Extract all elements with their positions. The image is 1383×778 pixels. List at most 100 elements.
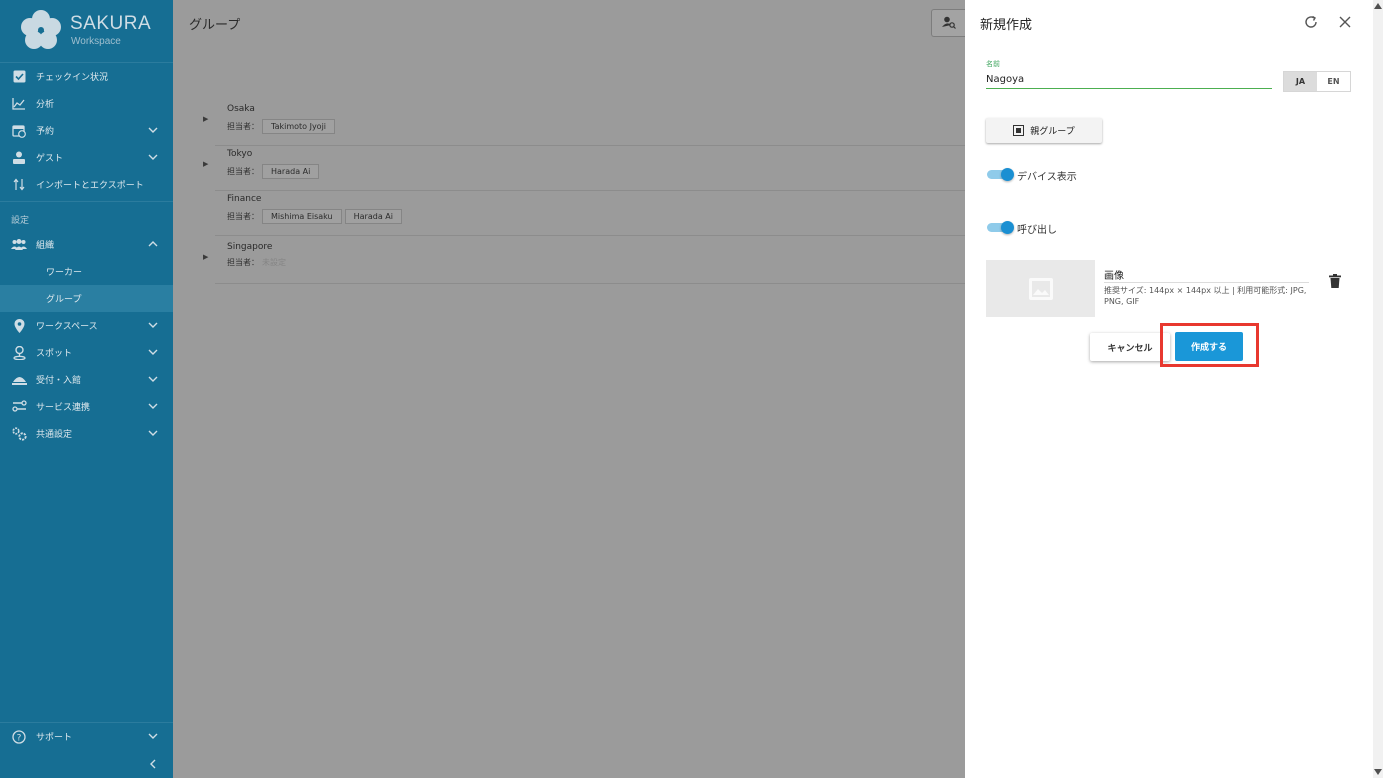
people-icon	[11, 237, 27, 253]
group-managers: 担当者： Harada Ai	[227, 164, 320, 179]
chevron-down-icon	[148, 430, 158, 436]
parent-group-button[interactable]: 親グループ	[986, 118, 1102, 143]
parent-group-label: 親グループ	[1030, 127, 1075, 137]
group-row-finance[interactable]: Finance 担当者： Mishima Eisaku Harada Ai	[215, 190, 967, 236]
toggle-knob	[1001, 168, 1014, 181]
create-button[interactable]: 作成する	[1175, 332, 1243, 361]
chevron-down-icon	[148, 127, 158, 133]
sidebar-item-label: 受付・入館	[36, 376, 82, 386]
chevron-down-icon	[148, 403, 158, 409]
group-row-singapore[interactable]: ▶ Singapore 担当者： 未設定	[203, 238, 967, 284]
sidebar-item-import-export[interactable]: インポートとエクスポート	[0, 171, 173, 198]
panel-title: 新規作成	[980, 18, 1033, 33]
reception-icon	[11, 372, 27, 388]
divider	[0, 201, 173, 202]
group-name: Osaka	[227, 104, 255, 114]
sidebar-item-label: 共通設定	[36, 430, 73, 440]
lang-en-button[interactable]: EN	[1317, 72, 1350, 91]
settings-section-label: 設定	[11, 216, 30, 226]
image-description: 推奨サイズ: 144px × 144px 以上 | 利用可能形式: JPG, P…	[1104, 286, 1307, 306]
sidebar-item-workspace[interactable]: ワークスペース	[0, 312, 173, 339]
device-display-toggle[interactable]	[987, 168, 1014, 181]
sidebar-item-reception[interactable]: 受付・入館	[0, 366, 173, 393]
sidebar-item-label: チェックイン状況	[36, 73, 109, 83]
brand-name: SAKURA	[70, 13, 152, 34]
sidebar-item-guests[interactable]: ゲスト	[0, 144, 173, 171]
group-tree-icon	[1013, 125, 1025, 136]
sidebar-item-integrations[interactable]: サービス連携	[0, 393, 173, 420]
calendar-clock-icon	[11, 123, 27, 139]
sidebar-item-checkin[interactable]: チェックイン状況	[0, 63, 173, 90]
chevron-down-icon	[148, 376, 158, 382]
name-field-label: 名前	[986, 60, 1000, 68]
sidebar-item-support[interactable]: ? サポート	[0, 723, 173, 750]
expand-arrow-icon[interactable]: ▶	[203, 253, 208, 261]
manager-chip: Takimoto Jyoji	[262, 119, 336, 134]
manager-label: 担当者：	[227, 167, 259, 176]
brand-sub: Workspace	[71, 36, 121, 47]
cogs-icon	[11, 426, 27, 442]
sidebar-item-organization[interactable]: 組織	[0, 231, 173, 258]
scroll-down-arrow-icon[interactable]	[1374, 769, 1382, 775]
image-upload-area[interactable]	[986, 260, 1095, 317]
group-managers: 担当者： 未設定	[227, 257, 286, 268]
chevron-up-icon	[148, 241, 158, 247]
chart-line-icon	[11, 96, 27, 112]
sidebar-item-label: 予約	[36, 127, 55, 137]
app-logo[interactable]: SAKURA Workspace	[20, 9, 160, 51]
group-name: Finance	[227, 194, 262, 204]
sidebar-item-groups[interactable]: グループ	[0, 285, 173, 312]
expand-arrow-icon[interactable]: ▶	[203, 115, 208, 123]
manager-label: 担当者：	[227, 258, 259, 267]
manager-unset: 未設定	[262, 258, 286, 267]
page-title: グループ	[189, 18, 241, 33]
checkbox-icon	[11, 69, 27, 85]
sidebar-item-label: 組織	[36, 241, 55, 251]
trash-icon[interactable]	[1329, 274, 1341, 288]
call-toggle[interactable]	[987, 221, 1014, 234]
sidebar-item-label: ワーカー	[46, 268, 83, 278]
divider	[1104, 282, 1309, 283]
toggle-knob	[1001, 221, 1014, 234]
image-icon	[1028, 277, 1053, 300]
chevron-down-icon	[148, 322, 158, 328]
scroll-up-arrow-icon[interactable]	[1374, 3, 1382, 9]
group-row-osaka[interactable]: ▶ Osaka 担当者： Takimoto Jyoji	[203, 100, 967, 146]
group-row-tokyo[interactable]: ▶ Tokyo 担当者： Harada Ai	[203, 145, 967, 191]
import-export-icon	[11, 177, 27, 193]
manager-chip: Harada Ai	[262, 164, 320, 179]
sidebar-item-label: サポート	[36, 733, 73, 743]
sidebar-item-common-settings[interactable]: 共通設定	[0, 420, 173, 447]
sidebar-item-reservations[interactable]: 予約	[0, 117, 173, 144]
collapse-sidebar-chevron-icon[interactable]	[148, 758, 158, 770]
manager-chip: Mishima Eisaku	[262, 209, 342, 224]
svg-text:?: ?	[17, 733, 22, 743]
create-group-panel: 新規作成 名前 JA EN 親グループ デバイス表示 呼び出し 画像 推奨サイズ…	[965, 0, 1373, 778]
group-managers: 担当者： Takimoto Jyoji	[227, 119, 336, 134]
sidebar-item-spots[interactable]: スポット	[0, 339, 173, 366]
expand-arrow-icon[interactable]: ▶	[203, 160, 208, 168]
person-pin-icon	[11, 345, 27, 361]
group-name: Tokyo	[227, 149, 253, 159]
sidebar-item-label: ワークスペース	[36, 322, 98, 332]
lang-ja-button[interactable]: JA	[1284, 72, 1317, 91]
person-search-icon	[942, 16, 956, 29]
image-title: 画像	[1104, 271, 1124, 282]
main-content: グループ ▶ Osaka 担当者： Takimoto Jyoji ▶ Tokyo…	[173, 0, 972, 778]
sidebar-item-label: スポット	[36, 349, 73, 359]
device-display-label: デバイス表示	[1017, 172, 1077, 183]
close-icon[interactable]	[1337, 14, 1353, 30]
sidebar-item-analytics[interactable]: 分析	[0, 90, 173, 117]
name-input[interactable]	[986, 70, 1272, 89]
chevron-down-icon	[148, 154, 158, 160]
sidebar: SAKURA Workspace チェックイン状況 分析 予約 ゲスト インポー…	[0, 0, 173, 778]
cancel-button[interactable]: キャンセル	[1090, 333, 1170, 361]
integration-icon	[11, 399, 27, 415]
sidebar-item-workers[interactable]: ワーカー	[0, 258, 173, 285]
sakura-flower-icon	[21, 10, 61, 49]
sidebar-item-label: 分析	[36, 100, 55, 110]
reset-icon[interactable]	[1303, 14, 1319, 30]
manager-chip: Harada Ai	[344, 209, 402, 224]
help-circle-icon: ?	[11, 729, 27, 745]
page-scrollbar[interactable]	[1373, 0, 1383, 778]
